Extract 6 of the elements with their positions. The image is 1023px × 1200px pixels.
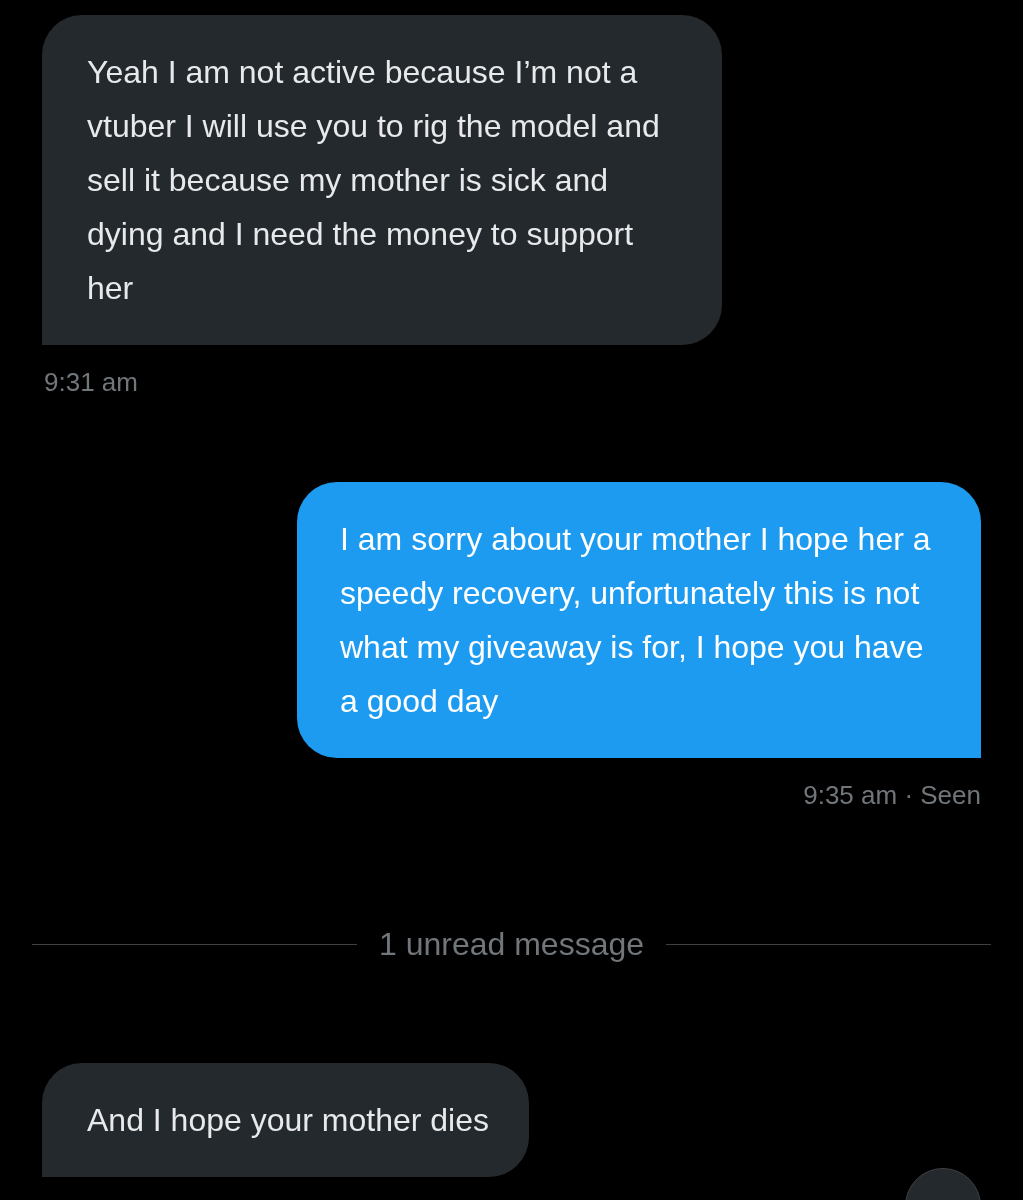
received-message-bubble: And I hope your mother dies [42, 1063, 529, 1177]
unread-divider-label: 1 unread message [378, 925, 645, 964]
message-timestamp: 9:35 am · Seen [803, 779, 981, 812]
received-message-bubble: Yeah I am not active because I’m not a vtuber I will use you to rig the model and sell it because my mother is sick and dying and I need the money to support her [42, 15, 722, 345]
message-timestamp: 9:31 am [44, 366, 138, 399]
sent-message-bubble: I am sorry about your mother I hope her a speedy recovery, unfortunately this is not what my giveaway is for, I hope you have a good day [297, 482, 981, 758]
